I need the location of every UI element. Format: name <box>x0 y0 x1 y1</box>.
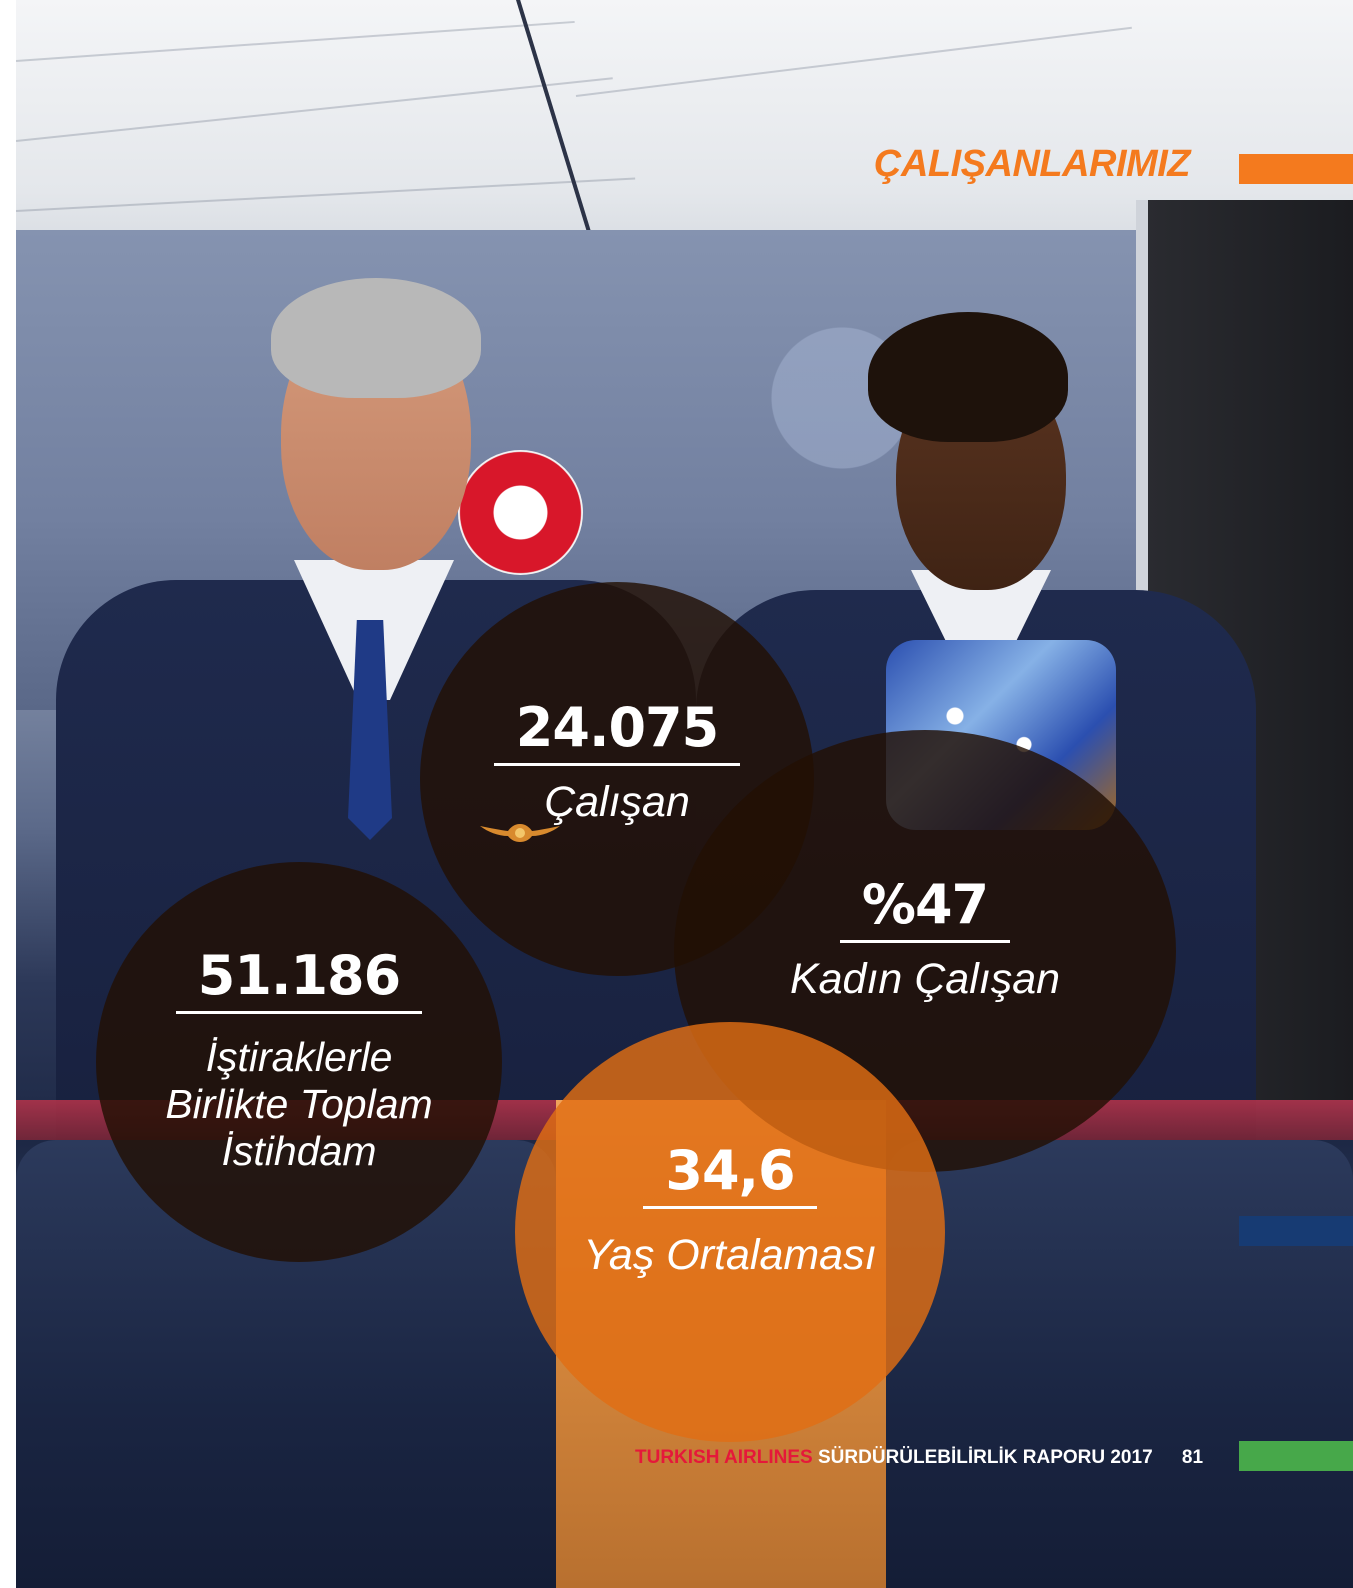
stat-label: Kadın Çalışan <box>789 954 1061 1003</box>
stat-total-employment: 51.186 İştiraklerle Birlikte Toplam İsti… <box>96 862 502 1262</box>
stat-label-line: Birlikte Toplam <box>165 1080 433 1127</box>
male-crew-hair <box>271 278 481 398</box>
stat-label: Yaş Ortalaması <box>583 1230 877 1279</box>
accent-bar-orange <box>1239 154 1353 184</box>
stat-value: 51.186 <box>175 948 423 1014</box>
right-seat <box>886 1140 1353 1588</box>
report-page: ÇALIŞANLARIMIZ 24.075 Çalışan %47 Kadın … <box>16 0 1353 1588</box>
stat-average-age: 34,6 Yaş Ortalaması <box>515 1022 945 1442</box>
accent-bar-navy <box>1239 1216 1353 1246</box>
page-footer: TURKISH AIRLINES SÜRDÜRÜLEBİLİRLİK RAPOR… <box>635 1447 1203 1469</box>
footer-report-title: SÜRDÜRÜLEBİLİRLİK RAPORU 2017 <box>817 1447 1153 1468</box>
stat-label-line: İstihdam <box>221 1128 377 1175</box>
stat-value: 34,6 <box>643 1143 817 1209</box>
female-crew-hair <box>868 312 1068 442</box>
page-number: 81 <box>1181 1447 1204 1468</box>
section-title: ÇALIŞANLARIMIZ <box>874 143 1190 185</box>
stat-value: 24.075 <box>493 700 741 766</box>
accent-bar-green <box>1239 1441 1353 1471</box>
stat-label: Çalışan <box>544 777 690 826</box>
airline-logo-icon <box>458 450 583 575</box>
footer-brand: TURKISH AIRLINES <box>635 1447 813 1468</box>
stat-label: İştiraklerle Birlikte Toplam İstihdam <box>165 1034 432 1175</box>
pilot-wings-icon <box>480 824 560 842</box>
stat-label-line: İştiraklerle <box>205 1033 393 1080</box>
stat-value: %47 <box>839 877 1011 943</box>
